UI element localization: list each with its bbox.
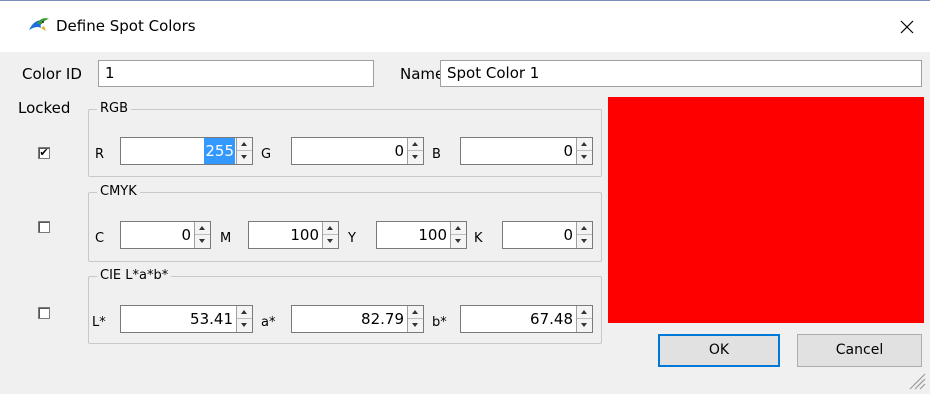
name-label: Name <box>400 65 445 83</box>
spin-down-icon[interactable] <box>577 235 592 248</box>
spin-down-icon[interactable] <box>195 235 210 248</box>
c-value: 0 <box>181 226 191 244</box>
y-label: Y <box>348 231 356 246</box>
g-label: G <box>261 147 272 162</box>
c-spinbox[interactable]: 0 <box>120 221 211 249</box>
close-button[interactable] <box>884 7 930 47</box>
r-label: R <box>95 147 105 162</box>
spin-up-icon[interactable] <box>195 222 210 235</box>
b-spinbox[interactable]: 0 <box>460 137 593 165</box>
a-spinbox[interactable]: 82.79 <box>291 305 424 333</box>
m-label: M <box>220 231 232 246</box>
l-label: L* <box>92 315 106 330</box>
spin-down-icon[interactable] <box>408 151 423 164</box>
spin-up-icon[interactable] <box>237 306 252 319</box>
rgb-group-title: RGB <box>97 101 132 116</box>
rgb-locked-checkbox[interactable]: ✔ <box>38 147 50 159</box>
cmyk-group-title: CMYK <box>97 184 140 199</box>
k-value: 0 <box>563 226 573 244</box>
a-value: 82.79 <box>361 310 404 328</box>
lab-group-title: CIE L*a*b* <box>97 268 172 283</box>
spin-down-icon[interactable] <box>237 151 252 164</box>
app-bird-icon <box>28 16 50 34</box>
l-spinbox[interactable]: 53.41 <box>120 305 253 333</box>
m-value: 100 <box>290 226 319 244</box>
g-spinbox[interactable]: 0 <box>291 137 424 165</box>
k-label: K <box>474 231 483 246</box>
g-value: 0 <box>394 142 404 160</box>
name-input[interactable]: Spot Color 1 <box>440 60 922 87</box>
c-label: C <box>95 231 105 246</box>
color-id-input[interactable]: 1 <box>98 60 374 87</box>
y-value: 100 <box>418 226 447 244</box>
b-star-spinbox[interactable]: 67.48 <box>460 305 593 333</box>
spin-down-icon[interactable] <box>323 235 338 248</box>
b-value: 0 <box>563 142 573 160</box>
k-spinbox[interactable]: 0 <box>502 221 593 249</box>
l-value: 53.41 <box>190 310 233 328</box>
spin-down-icon[interactable] <box>577 319 592 332</box>
title-bar: Define Spot Colors <box>0 0 930 52</box>
cmyk-locked-checkbox[interactable] <box>38 221 50 233</box>
resize-grip-icon[interactable] <box>904 368 926 390</box>
spin-down-icon[interactable] <box>451 235 466 248</box>
check-icon: ✔ <box>39 146 49 159</box>
spin-down-icon[interactable] <box>577 151 592 164</box>
cancel-button[interactable]: Cancel <box>797 334 922 367</box>
locked-label: Locked <box>18 99 71 117</box>
m-spinbox[interactable]: 100 <box>248 221 339 249</box>
spin-up-icon[interactable] <box>577 222 592 235</box>
ok-button[interactable]: OK <box>658 334 780 367</box>
spin-up-icon[interactable] <box>237 138 252 151</box>
spin-up-icon[interactable] <box>408 138 423 151</box>
spin-up-icon[interactable] <box>408 306 423 319</box>
r-value: 255 <box>204 138 235 164</box>
spin-down-icon[interactable] <box>408 319 423 332</box>
close-icon <box>900 20 914 34</box>
spin-up-icon[interactable] <box>577 306 592 319</box>
a-label: a* <box>261 315 276 330</box>
spin-up-icon[interactable] <box>577 138 592 151</box>
lab-locked-checkbox[interactable] <box>38 307 50 319</box>
r-spinbox[interactable]: 255 <box>120 137 253 165</box>
b-star-value: 67.48 <box>530 310 573 328</box>
b-star-label: b* <box>432 315 447 330</box>
window-title: Define Spot Colors <box>56 17 196 35</box>
b-label: B <box>432 147 441 162</box>
color-id-label: Color ID <box>22 65 82 83</box>
color-preview-swatch <box>608 97 924 323</box>
spin-up-icon[interactable] <box>451 222 466 235</box>
spin-down-icon[interactable] <box>237 319 252 332</box>
y-spinbox[interactable]: 100 <box>376 221 467 249</box>
spin-up-icon[interactable] <box>323 222 338 235</box>
